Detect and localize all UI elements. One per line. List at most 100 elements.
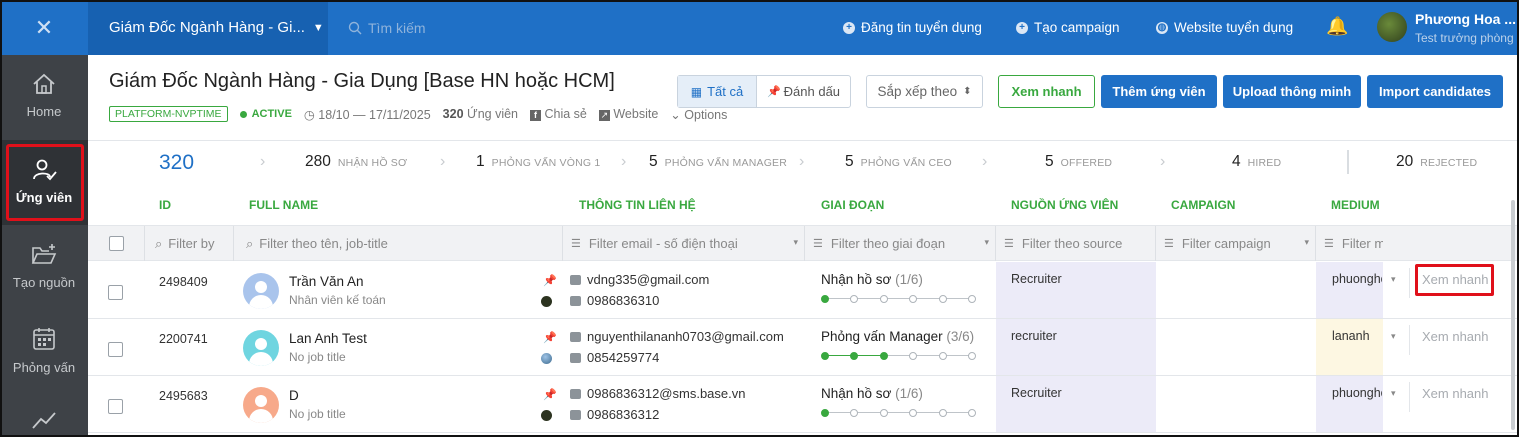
stage-interview-ceo[interactable]: 5 PHỎNG VẤN CEO xyxy=(845,141,952,186)
avatar[interactable] xyxy=(243,387,279,423)
stage-all[interactable]: 320 xyxy=(159,141,194,186)
scrollbar[interactable] xyxy=(1511,200,1515,430)
job-selector[interactable]: Giám Đốc Ngành Hàng - Gi... ▼ xyxy=(88,0,328,55)
table-row[interactable]: 2200741 Lan Anh Test No job title 📌 nguyenth… xyxy=(88,319,1519,376)
row-checkbox[interactable] xyxy=(108,342,123,357)
status-dot-icon xyxy=(239,110,247,118)
sidebar-item-sourcing[interactable]: Tạo nguồn xyxy=(0,225,88,310)
bell-icon[interactable]: 🔔 xyxy=(1326,16,1348,37)
chevron-down-icon[interactable]: ▾ xyxy=(1391,274,1396,285)
avatar[interactable] xyxy=(243,273,279,309)
candidate-phone[interactable]: 0986836310 xyxy=(570,293,659,308)
candidate-name[interactable]: D xyxy=(289,388,299,403)
share-link[interactable]: f Chia sẻ xyxy=(530,107,587,121)
chevron-down-icon[interactable]: ▾ xyxy=(1391,331,1396,342)
view-toggle: ▦ Tất cả 📌 Đánh dấu xyxy=(677,75,851,108)
candidate-email[interactable]: nguyenthilananh0703@gmail.com xyxy=(570,329,784,344)
source-dot-icon xyxy=(541,410,552,421)
stage-received[interactable]: 280 NHẬN HỒ SƠ xyxy=(305,141,407,186)
stage-fraction: (1/6) xyxy=(895,272,923,287)
sidebar-item-interview[interactable]: Phỏng vấn xyxy=(0,310,88,395)
progress-dot xyxy=(938,295,947,303)
filter-medium[interactable]: ☰ Filter m xyxy=(1316,226,1383,261)
pin-icon[interactable]: 📌 xyxy=(543,274,557,287)
progress-dot xyxy=(879,409,888,417)
close-icon[interactable]: ✕ xyxy=(0,0,88,55)
candidate-name[interactable]: Trần Văn An xyxy=(289,274,364,289)
create-campaign-link[interactable]: + Tạo campaign xyxy=(1016,0,1120,55)
column-header-campaign[interactable]: CAMPAIGN xyxy=(1171,198,1235,212)
stage-count: 5 xyxy=(649,153,658,170)
highlight-box xyxy=(6,144,84,221)
table-row[interactable]: 2498409 Trần Văn An Nhân viên kế toán 📌 vdng… xyxy=(88,262,1519,319)
top-bar: ✕ Giám Đốc Ngành Hàng - Gi... ▼ Tìm kiếm… xyxy=(0,0,1519,55)
filter-campaign[interactable]: ☰ Filter campaign ▾ xyxy=(1156,226,1316,261)
candidate-stage[interactable]: Nhận hồ sơ (1/6) xyxy=(821,272,923,287)
candidate-phone[interactable]: 0986836312 xyxy=(570,407,659,422)
filter-id[interactable]: ⌕ Filter by xyxy=(145,226,234,261)
row-quick-view-button[interactable]: Xem nhanh xyxy=(1422,386,1489,401)
chevron-down-icon[interactable]: ▾ xyxy=(1391,388,1396,399)
stage-hired[interactable]: 4 HIRED xyxy=(1232,141,1281,186)
stage-interview-manager[interactable]: 5 PHỎNG VẤN MANAGER xyxy=(649,141,787,186)
stage-rejected[interactable]: 20 REJECTED xyxy=(1396,141,1477,186)
source-cell xyxy=(996,376,1156,432)
progress-dot xyxy=(968,352,976,360)
avatar[interactable] xyxy=(243,330,279,366)
candidate-name[interactable]: Lan Anh Test xyxy=(289,331,367,346)
row-quick-view-button[interactable]: Xem nhanh xyxy=(1422,329,1489,344)
chevron-down-icon: ▾ xyxy=(1304,237,1309,247)
career-site-link[interactable]: ◍ Website tuyển dụng xyxy=(1156,0,1293,55)
row-checkbox[interactable] xyxy=(108,285,123,300)
folder-plus-icon xyxy=(31,244,57,264)
phone-text: 0986836312 xyxy=(587,407,660,422)
job-selector-label: Giám Đốc Ngành Hàng - Gi... xyxy=(109,19,305,36)
stage-offered[interactable]: 5 OFFERED xyxy=(1045,141,1112,186)
sidebar-item-reports[interactable] xyxy=(0,400,88,437)
row-checkbox[interactable] xyxy=(108,399,123,414)
column-header-stage[interactable]: GIAI ĐOẠN xyxy=(821,198,884,212)
candidate-stage[interactable]: Phỏng vấn Manager (3/6) xyxy=(821,329,974,344)
candidate-id: 2200741 xyxy=(159,332,208,346)
candidate-email[interactable]: 0986836312@sms.base.vn xyxy=(570,386,745,401)
smart-upload-button[interactable]: Upload thông minh xyxy=(1223,75,1361,108)
search-input[interactable]: Tìm kiếm xyxy=(348,0,426,55)
options-dropdown[interactable]: ⌄ Options xyxy=(670,107,727,122)
candidate-phone[interactable]: 0854259774 xyxy=(570,350,659,365)
column-header-contact[interactable]: THÔNG TIN LIÊN HỆ xyxy=(579,198,696,212)
post-job-link[interactable]: + Đăng tin tuyển dụng xyxy=(843,0,982,55)
select-all-checkbox[interactable] xyxy=(108,236,124,251)
stage-interview-1[interactable]: 1 PHỎNG VẤN VÒNG 1 xyxy=(476,141,600,186)
email-text: vdng335@gmail.com xyxy=(587,272,710,287)
mail-icon xyxy=(570,388,581,399)
column-header-id[interactable]: ID xyxy=(159,198,171,212)
add-candidate-button[interactable]: Thêm ứng viên xyxy=(1101,75,1217,108)
stage-name: REJECTED xyxy=(1420,157,1478,169)
website-link[interactable]: ↗ Website xyxy=(598,107,658,121)
view-marked-button[interactable]: 📌 Đánh dấu xyxy=(757,76,850,107)
view-all-button[interactable]: ▦ Tất cả xyxy=(678,76,757,107)
filter-lines-icon: ☰ xyxy=(1164,238,1174,250)
column-header-source[interactable]: NGUỒN ỨNG VIÊN xyxy=(1011,198,1118,212)
candidate-email[interactable]: vdng335@gmail.com xyxy=(570,272,709,287)
column-header-medium[interactable]: MEDIUM xyxy=(1331,198,1380,212)
filter-name[interactable]: ⌕ Filter theo tên, job-title xyxy=(234,226,563,261)
sort-dropdown[interactable]: Sắp xếp theo ⬍ xyxy=(866,75,983,108)
avatar[interactable] xyxy=(1377,12,1407,42)
filter-contact[interactable]: ☰ Filter email - số điện thoại ▾ xyxy=(563,226,805,261)
pin-icon[interactable]: 📌 xyxy=(543,331,557,344)
candidate-stage[interactable]: Nhận hồ sơ (1/6) xyxy=(821,386,923,401)
filter-source[interactable]: ☰ Filter theo source xyxy=(996,226,1156,261)
stage-progress xyxy=(821,408,976,418)
table-row[interactable]: 2495683 D No job title 📌 0986836312@sms.base… xyxy=(88,376,1519,433)
share-label: Chia sẻ xyxy=(544,107,587,121)
quick-view-button[interactable]: Xem nhanh xyxy=(998,75,1095,108)
filter-stage[interactable]: ☰ Filter theo giai đoạn ▾ xyxy=(805,226,996,261)
column-header-name[interactable]: FULL NAME xyxy=(249,198,318,212)
stage-count: 5 xyxy=(845,153,854,170)
candidate-medium: phuonghoa xyxy=(1332,272,1382,286)
pin-icon[interactable]: 📌 xyxy=(543,388,557,401)
sidebar-item-home[interactable]: Home xyxy=(0,55,88,140)
import-candidates-button[interactable]: Import candidates xyxy=(1367,75,1503,108)
progress-dot xyxy=(850,295,859,303)
